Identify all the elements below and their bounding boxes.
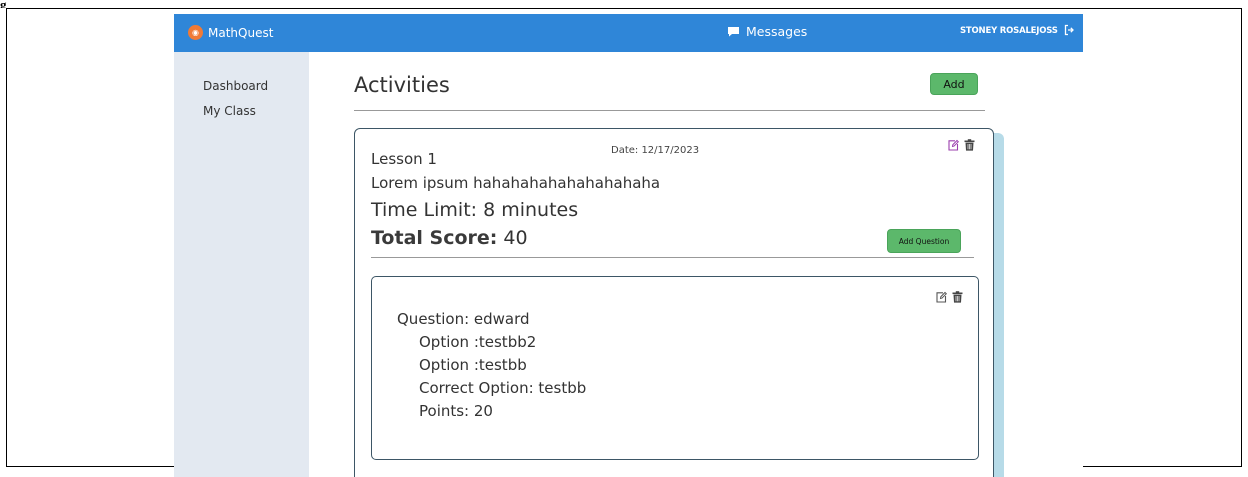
question-actions <box>936 291 963 303</box>
time-limit: Time Limit: 8 minutes <box>371 199 579 221</box>
question-text: Question: edward <box>397 310 530 328</box>
activity-actions <box>948 139 975 151</box>
sidebar-item-dashboard[interactable]: Dashboard <box>203 79 268 93</box>
question-points: Points: 20 <box>419 402 493 420</box>
question-option: Option :testbb2 <box>419 333 537 351</box>
activity-card: Date: 12/17/2023 Lesson 1 Lorem ipsum ha… <box>354 128 994 477</box>
total-score-label: Total Score: <box>371 227 498 249</box>
logout-icon[interactable] <box>1064 24 1074 36</box>
frame-border-right <box>1241 8 1242 467</box>
brand-logo-icon: ◉ <box>188 25 203 40</box>
user-name[interactable]: STONEY ROSALEJOSS <box>960 26 1058 36</box>
frame-border-left <box>6 8 7 467</box>
add-question-button[interactable]: Add Question <box>887 229 961 253</box>
figure-label: g <box>0 0 7 8</box>
question-option: Option :testbb <box>419 356 527 374</box>
main-content: Activities Add Date: 12/17/2023 Lesson 1… <box>309 52 1083 477</box>
edit-icon[interactable] <box>936 291 947 303</box>
title-divider <box>354 110 985 111</box>
activity-description: Lorem ipsum hahahahahahahahahaha <box>371 174 661 192</box>
correct-option: Correct Option: testbb <box>419 379 587 397</box>
top-navbar: ◉ MathQuest Messages STONEY ROSALEJOSS <box>174 14 1083 52</box>
brand[interactable]: ◉ MathQuest <box>188 25 273 40</box>
frame-border-top <box>6 8 1242 9</box>
brand-name: MathQuest <box>208 25 274 40</box>
trash-icon[interactable] <box>964 139 975 151</box>
app-window: ◉ MathQuest Messages STONEY ROSALEJOSS D… <box>174 14 1083 477</box>
frame-border-bottom-right <box>1083 466 1242 467</box>
sidebar-item-my-class[interactable]: My Class <box>203 104 256 118</box>
activity-date: Date: 12/17/2023 <box>611 145 700 156</box>
lesson-title: Lesson 1 <box>371 150 437 168</box>
total-score-value: 40 <box>497 227 528 249</box>
add-activity-button[interactable]: Add <box>930 73 978 95</box>
total-score: Total Score: 40 <box>371 227 528 249</box>
messages-label: Messages <box>746 24 808 39</box>
messages-link[interactable]: Messages <box>727 24 807 39</box>
chat-bubble-icon <box>728 27 739 37</box>
question-card: Question: edward Option :testbb2 Option … <box>371 276 979 460</box>
trash-icon[interactable] <box>952 291 963 303</box>
card-divider <box>371 257 974 258</box>
edit-icon[interactable] <box>948 139 959 151</box>
frame-border-bottom-left <box>6 466 174 467</box>
page-title: Activities <box>354 73 450 97</box>
sidebar: Dashboard My Class <box>174 52 309 477</box>
